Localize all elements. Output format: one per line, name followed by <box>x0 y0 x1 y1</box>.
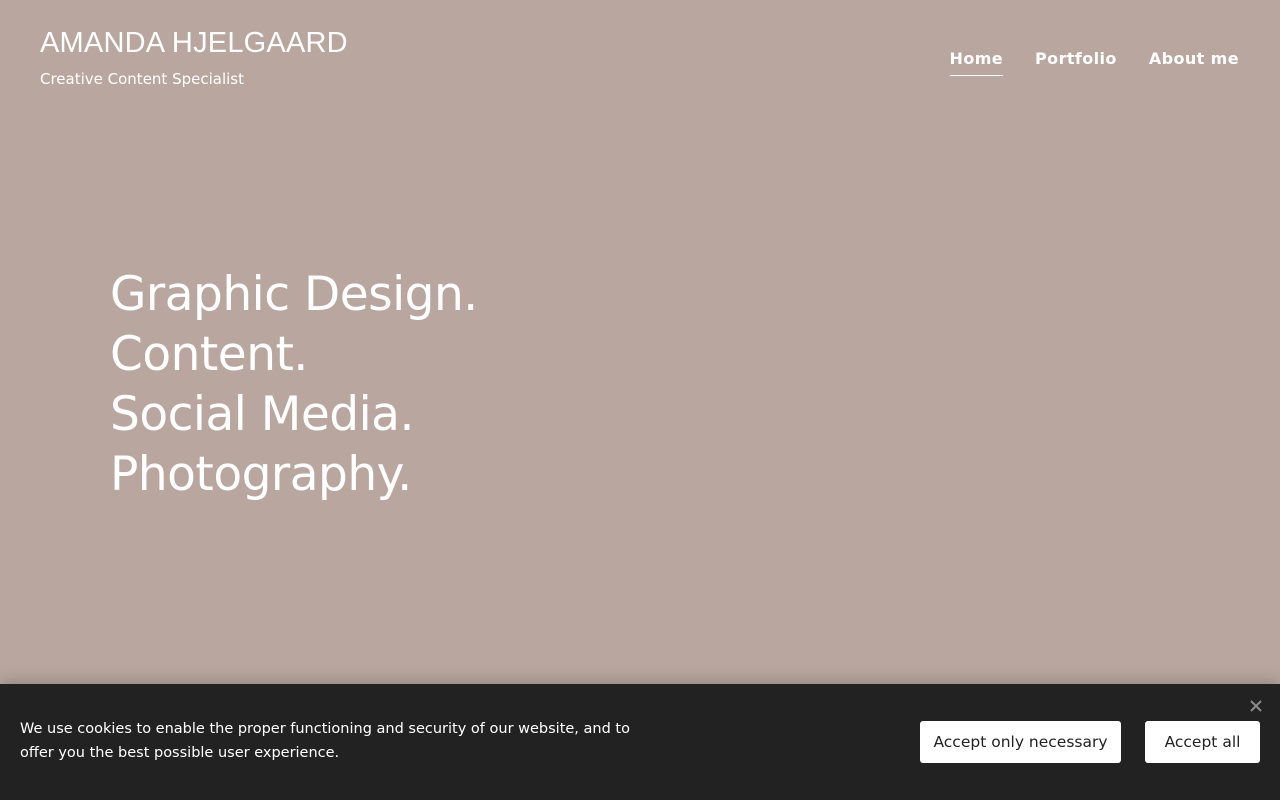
nav-item-about-me[interactable]: About me <box>1149 48 1239 76</box>
hero-line-content: Content. <box>110 327 308 382</box>
cookie-message: We use cookies to enable the proper func… <box>20 721 630 761</box>
hero-line-photography: Photography. <box>110 447 412 502</box>
close-icon[interactable] <box>1248 698 1264 714</box>
hero-section: Graphic Design. Content. Social Media. P… <box>110 265 478 505</box>
accept-necessary-button[interactable]: Accept only necessary <box>920 721 1121 763</box>
nav-item-home[interactable]: Home <box>949 48 1004 76</box>
main-nav: Home Portfolio About me <box>949 48 1239 76</box>
site-header: AMANDA HJELGAARD Creative Content Specia… <box>0 0 1280 120</box>
site-title-link[interactable]: AMANDA HJELGAARD <box>40 26 348 60</box>
site-tagline: Creative Content Specialist <box>40 70 244 88</box>
nav-item-portfolio[interactable]: Portfolio <box>1035 48 1117 76</box>
cookie-banner: We use cookies to enable the proper func… <box>0 684 1280 800</box>
accept-all-button[interactable]: Accept all <box>1145 721 1260 763</box>
hero-line-graphic-design: Graphic Design. <box>110 267 478 322</box>
brand: AMANDA HJELGAARD Creative Content Specia… <box>40 26 348 89</box>
hero-line-social-media: Social Media. <box>110 387 414 442</box>
